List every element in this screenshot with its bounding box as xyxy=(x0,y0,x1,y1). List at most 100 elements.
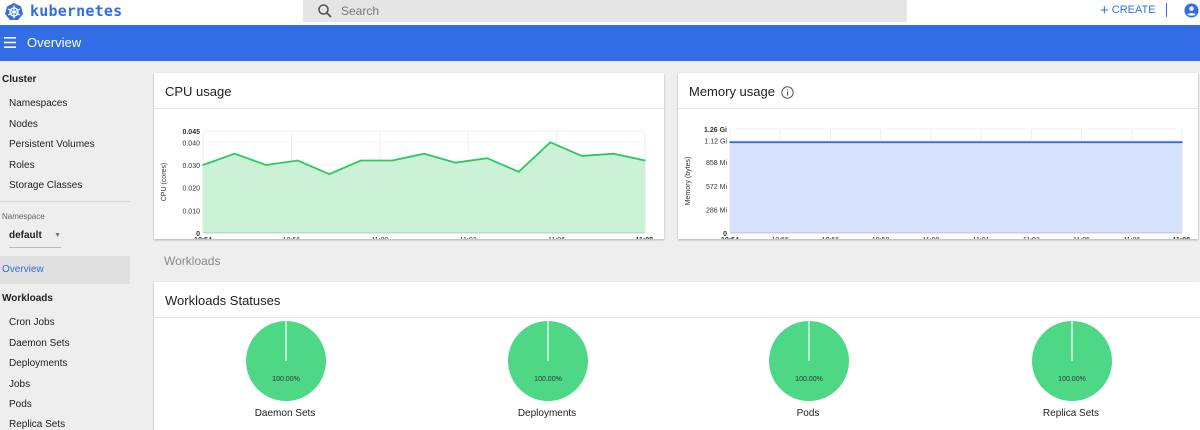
x-tick-label: 11:06 xyxy=(1123,237,1140,239)
search-input[interactable] xyxy=(341,2,881,20)
data-point[interactable] xyxy=(391,159,394,162)
data-point[interactable] xyxy=(793,141,796,144)
sidebar-divider xyxy=(0,201,130,202)
sidebar-item-overview-label: Overview xyxy=(2,264,44,275)
pie-chart-replica-sets: 100.00% Replica Sets xyxy=(1011,320,1131,430)
y-tick-label: 0.010 xyxy=(182,208,200,215)
x-tick-label: 11:03 xyxy=(1023,237,1040,239)
y-tick-label: 0.020 xyxy=(182,186,200,193)
data-point[interactable] xyxy=(1148,141,1151,144)
y-tick-label: 0.045 xyxy=(182,129,200,136)
search-bar[interactable] xyxy=(303,0,907,22)
data-point[interactable] xyxy=(1052,141,1054,144)
sidebar: Cluster Namespaces Nodes Persistent Volu… xyxy=(0,61,130,430)
x-tick-label: 11:03 xyxy=(460,237,477,239)
data-point[interactable] xyxy=(202,164,204,166)
x-tick-label: 10:58 xyxy=(872,237,890,239)
sidebar-item-pods[interactable]: Pods xyxy=(9,399,32,410)
pie-chart-deployments: 100.00% Deployments xyxy=(487,320,607,430)
data-point[interactable] xyxy=(826,141,828,144)
sidebar-item-namespaces[interactable]: Namespaces xyxy=(9,98,67,109)
cpu-card-title: CPU usage xyxy=(165,84,232,99)
y-axis-title: CPU (cores) xyxy=(161,163,168,202)
y-tick-label: 1.12 Gi xyxy=(704,139,727,146)
sidebar-item-deployments[interactable]: Deployments xyxy=(9,358,67,369)
pie-slice-label: 100.00% xyxy=(795,376,823,383)
x-tick-label: 10:56 xyxy=(822,237,840,239)
data-point[interactable] xyxy=(644,159,646,162)
data-point[interactable] xyxy=(581,155,583,157)
create-button[interactable]: + CREATE xyxy=(1100,2,1156,18)
data-point[interactable] xyxy=(955,141,957,144)
data-point[interactable] xyxy=(265,164,267,166)
dropdown-caret-icon: ▼ xyxy=(54,232,61,239)
pie-svg: 100.00% xyxy=(1032,321,1112,401)
info-icon[interactable] xyxy=(781,86,794,99)
data-point[interactable] xyxy=(423,152,425,155)
sidebar-heading-cluster[interactable]: Cluster xyxy=(2,74,36,85)
data-point[interactable] xyxy=(486,157,488,159)
y-axis-title: Memory (bytes) xyxy=(685,157,692,206)
create-button-label: CREATE xyxy=(1111,4,1156,16)
account-icon[interactable] xyxy=(1184,3,1199,18)
y-tick-label: 286 Mi xyxy=(706,207,727,214)
workloads-statuses-title: Workloads Statuses xyxy=(165,293,281,308)
data-point[interactable] xyxy=(517,171,520,173)
data-point[interactable] xyxy=(1019,141,1022,144)
sidebar-item-daemon-sets[interactable]: Daemon Sets xyxy=(9,338,70,349)
data-point[interactable] xyxy=(1084,141,1086,144)
sidebar-heading-workloads[interactable]: Workloads xyxy=(2,293,53,304)
pie-slice-label: 100.00% xyxy=(534,376,562,383)
pie-slice-label: 100.00% xyxy=(1058,376,1086,383)
y-tick-label: 858 Mi xyxy=(706,160,727,167)
data-point[interactable] xyxy=(922,141,925,144)
data-point[interactable] xyxy=(360,159,362,162)
data-point[interactable] xyxy=(454,161,457,164)
sidebar-item-cron-jobs[interactable]: Cron Jobs xyxy=(9,317,55,328)
data-point[interactable] xyxy=(761,141,764,144)
sidebar-item-storage-classes[interactable]: Storage Classes xyxy=(9,180,82,191)
y-tick-label: 0.030 xyxy=(182,163,200,170)
data-point[interactable] xyxy=(1116,141,1119,144)
data-point[interactable] xyxy=(233,152,236,155)
data-point[interactable] xyxy=(890,141,893,144)
data-point[interactable] xyxy=(296,159,299,162)
pie-svg: 100.00% xyxy=(769,321,849,401)
memory-usage-card: Memory usage 0 286 Mi 572 Mi 858 Mi 1.12 Gi 1… xyxy=(678,73,1198,239)
sidebar-item-nodes[interactable]: Nodes xyxy=(9,119,38,130)
cpu-usage-chart: 00.0100.0200.0300.0400.04510:5410:5611:0… xyxy=(161,129,653,239)
memory-usage-chart: 0286 Mi572 Mi858 Mi1.12 Gi1.26 Gi10:5410… xyxy=(685,127,1190,239)
data-point[interactable] xyxy=(729,141,731,144)
data-point[interactable] xyxy=(328,173,331,175)
series-area xyxy=(203,142,645,233)
pie-chart-label: Daemon Sets xyxy=(254,408,316,419)
card-divider xyxy=(154,317,1200,318)
sidebar-item-roles[interactable]: Roles xyxy=(9,160,35,171)
x-tick-label: 10:54 xyxy=(721,237,739,239)
data-point[interactable] xyxy=(987,141,990,144)
sidebar-item-persistent-volumes[interactable]: Persistent Volumes xyxy=(9,139,95,150)
pie-svg: 100.00% xyxy=(508,321,588,401)
data-point[interactable] xyxy=(1181,141,1183,144)
sidebar-item-replica-sets[interactable]: Replica Sets xyxy=(9,419,65,430)
kubernetes-logo-icon[interactable] xyxy=(4,2,24,22)
sidebar-item-overview[interactable]: Overview xyxy=(0,256,130,284)
data-point[interactable] xyxy=(612,152,615,155)
menu-icon[interactable] xyxy=(4,37,16,48)
header-divider xyxy=(1166,3,1167,17)
search-icon xyxy=(318,4,332,18)
x-tick-label: 10:55 xyxy=(771,237,789,239)
memory-card-title: Memory usage xyxy=(689,84,775,99)
series-area xyxy=(730,142,1182,233)
page-title: Overview xyxy=(27,35,82,50)
workloads-section-label: Workloads xyxy=(164,254,221,268)
data-point[interactable] xyxy=(549,141,552,144)
plus-icon: + xyxy=(1100,1,1109,19)
sidebar-item-jobs[interactable]: Jobs xyxy=(9,379,30,390)
data-point[interactable] xyxy=(858,141,860,144)
x-tick-label: 10:56 xyxy=(283,237,301,239)
namespace-select[interactable]: default ▼ xyxy=(9,230,61,248)
brand-name[interactable]: kubernetes xyxy=(30,2,122,20)
top-bar: kubernetes + CREATE xyxy=(0,0,1200,25)
pie-chart-pods: 100.00% Pods xyxy=(748,320,868,430)
